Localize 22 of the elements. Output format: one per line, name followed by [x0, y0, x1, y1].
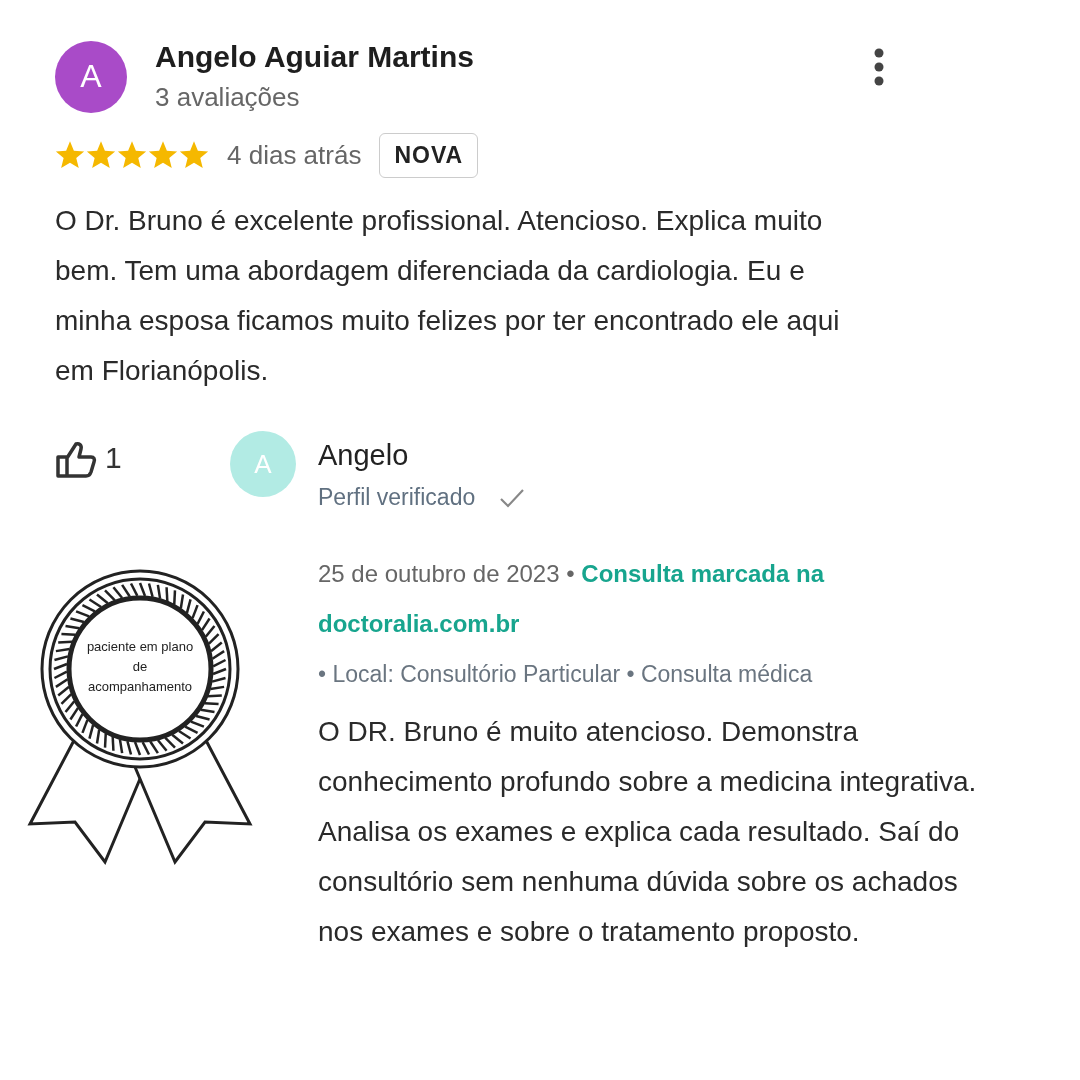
avatar: A [230, 431, 296, 497]
author-name: Angelo [318, 439, 410, 472]
seal-text: paciente em plano de acompanhamento [86, 638, 194, 696]
star-icon [179, 141, 209, 170]
more-options-icon[interactable] [873, 47, 885, 86]
appointment-info: 25 de outubro de 2023 • Consulta marcada na doctoralia.com.br [318, 559, 826, 639]
appointment-details: • Local: Consultório Particular • Consulta médica [318, 660, 814, 689]
check-icon [499, 487, 526, 508]
new-badge: NOVA [379, 133, 479, 178]
like-count: 1 [105, 441, 122, 475]
thumbs-up-icon[interactable] [55, 441, 97, 479]
avatar: A [55, 40, 127, 113]
star-icon [117, 141, 147, 170]
review-time: 4 dias atrás [227, 140, 362, 171]
star-icon [86, 141, 116, 170]
review-text: O Dr. Bruno é excelente profissional. Atencioso. Explica muito bem. Tem uma abordagem diferenciada da cardiologia. Eu e minha esposa ficamos muito felizes por ter encontrado ele aqui em Florianópolis. [55, 204, 841, 388]
star-icon [148, 141, 178, 170]
verified-label: Perfil verificado [318, 484, 476, 511]
review-text: O DR. Bruno é muito atencioso. Demonstra conhecimento profundo sobre a medicina integrativa. Analisa os exames e explica cada resultado. Saí do consultório sem nenhuma dúvida sobre os achados nos exames e sobre o tratamento proposto. [318, 715, 978, 949]
star-icon [55, 141, 85, 170]
author-name: Angelo Aguiar Martins [155, 40, 475, 74]
review-count: 3 avaliações [155, 82, 301, 113]
